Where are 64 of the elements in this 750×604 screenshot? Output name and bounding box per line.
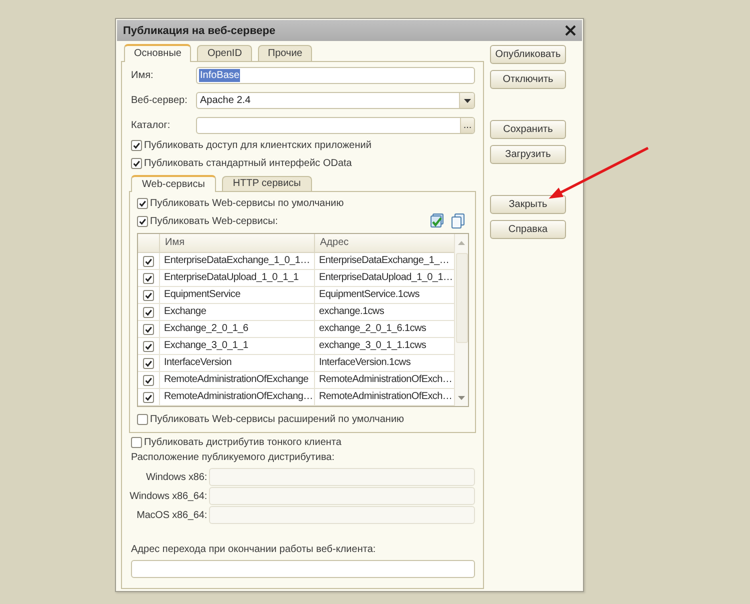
stacked-pages-icon[interactable] [450,213,466,229]
action-button[interactable]: Закрыть [490,195,566,214]
option-label: Публиковать Web-сервисы по умолчанию [150,198,344,208]
field-label: Windows x86_64: [128,490,207,502]
checkbox[interactable] [143,358,154,368]
window-title: Публикация на веб-сервере [123,24,276,36]
checkbox[interactable] [143,290,154,300]
checkbox[interactable] [143,324,154,334]
column-header[interactable]: Имя [159,234,314,252]
section-label: Расположение публикуемого дистрибутива: [131,451,336,465]
checkbox[interactable] [131,158,142,168]
checkbox[interactable] [143,256,154,266]
checkbox[interactable] [137,414,148,424]
field-label: Веб-сервер: [131,95,188,106]
checkbox[interactable] [131,436,142,448]
checkbox[interactable] [143,306,154,318]
name-field[interactable]: InfoBase [196,67,475,84]
option-label: Публиковать Web-сервисы: [150,216,278,226]
action-button[interactable]: Сохранить [490,120,566,139]
table-cell: EnterpriseDataUpload_1_0_1_1 [159,270,314,286]
table-cell: InterfaceVersion [159,355,314,371]
table-cell: RemoteAdministrationOfExchange [159,372,314,388]
field-value: InfoBase [199,69,240,82]
option-label: Публиковать стандартный интерфейс OData [144,158,352,168]
checkbox[interactable] [143,272,154,284]
action-button[interactable]: Справка [490,220,566,239]
catalog-field[interactable]: ... [196,117,475,134]
tab[interactable]: Основные [124,44,192,62]
caret-icon [464,98,470,102]
table-cell: Exchange_3_0_1_1 [159,338,314,354]
tab[interactable]: OpenID [197,45,252,61]
checkbox[interactable] [137,198,148,208]
option-label: Публиковать дистрибутив тонкого клиента [144,436,342,448]
field-label: Windows x86: [144,472,207,482]
checked-list-icon[interactable] [429,213,445,229]
browse-button[interactable]: ... [460,118,474,133]
field-label: Каталог: [131,120,172,131]
table-cell: Exchange [159,304,314,320]
tab[interactable]: Web-сервисы [131,175,216,192]
checkbox[interactable] [143,374,154,386]
option-label: Публиковать доступ для клиентских приложений [144,140,372,150]
scrollbar-thumb[interactable] [456,253,468,343]
table-cell: EquipmentService [159,287,314,303]
action-button[interactable]: Отключить [490,70,566,89]
action-button[interactable]: Опубликовать [490,45,566,64]
tab[interactable]: HTTP сервисы [222,176,312,191]
field-label: Имя: [131,70,154,81]
field-label: MacOS x86_64: [136,510,207,520]
table-cell: RemoteAdministrationOfExchang… [159,389,314,405]
checkbox[interactable] [143,392,154,402]
exit-address-field[interactable] [131,560,475,578]
tab[interactable]: Прочие [258,45,312,61]
table-cell: EnterpriseDataExchange_1_0_1… [159,253,314,269]
option-label: Публиковать Web-сервисы расширений по умолчанию [150,414,404,424]
field-label: Адрес перехода при окончании работы веб-клиента: [131,543,377,557]
close-icon[interactable] [565,25,576,36]
checkbox[interactable] [137,216,148,226]
table-cell: Exchange_2_0_1_6 [159,321,314,337]
action-button[interactable]: Загрузить [490,145,566,164]
dropdown-button[interactable] [459,93,474,108]
web-server-dropdown[interactable]: Apache 2.4 [196,92,475,109]
checkbox[interactable] [131,140,142,150]
checkbox[interactable] [143,340,154,352]
scroll-down-icon[interactable] [458,396,465,400]
